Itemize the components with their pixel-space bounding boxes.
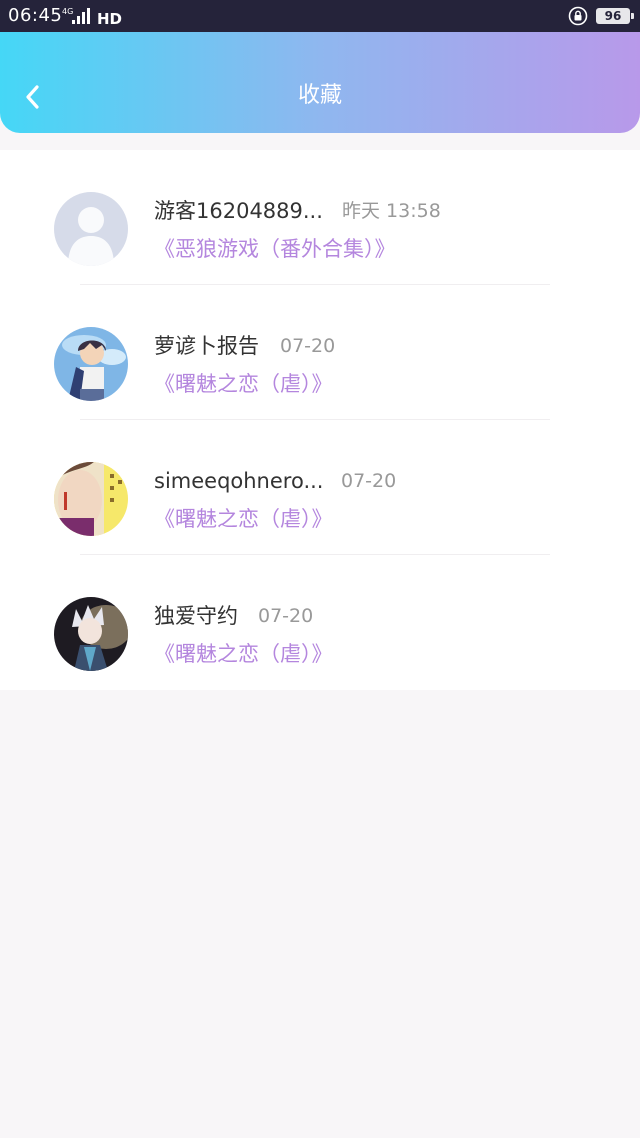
battery-level: 96 (604, 9, 622, 23)
list-item[interactable]: 游客16204889... 昨天 13:58 《恶狼游戏（番外合集）》 (0, 150, 640, 285)
favorites-list: 游客16204889... 昨天 13:58 《恶狼游戏（番外合集）》 萝谚卜报… (0, 150, 640, 690)
battery-icon: 96 (596, 8, 634, 24)
anime-avatar-image (54, 597, 128, 671)
anime-avatar-image (54, 327, 128, 401)
timestamp: 07-20 (341, 470, 397, 492)
avatar (54, 192, 128, 266)
list-item[interactable]: 独爱守约 07-20 《曙魅之恋（虐）》 (0, 555, 640, 690)
user-name: 游客16204889... (154, 199, 323, 223)
book-title-link[interactable]: 《曙魅之恋（虐）》 (154, 641, 333, 667)
timestamp: 昨天 13:58 (342, 200, 441, 222)
network-type-label: 4G (62, 7, 73, 16)
avatar (54, 462, 128, 536)
list-item[interactable]: 萝谚卜报告 07-20 《曙魅之恋（虐）》 (0, 285, 640, 420)
status-time: 06:45 (8, 5, 63, 26)
book-title-link[interactable]: 《恶狼游戏（番外合集）》 (154, 236, 396, 262)
book-title-link[interactable]: 《曙魅之恋（虐）》 (154, 371, 333, 397)
hd-label: HD (97, 10, 122, 26)
list-item[interactable]: simeeqohnero... 07-20 《曙魅之恋（虐）》 (0, 420, 640, 555)
user-name: 独爱守约 (154, 604, 238, 628)
book-title-link[interactable]: 《曙魅之恋（虐）》 (154, 506, 333, 532)
user-name: simeeqohnero... (154, 469, 324, 493)
header: 收藏 (0, 32, 640, 133)
rotation-lock-icon (568, 6, 588, 26)
portrait-avatar-image (54, 462, 128, 536)
avatar (54, 597, 128, 671)
timestamp: 07-20 (280, 335, 336, 357)
default-user-icon (54, 192, 128, 266)
timestamp: 07-20 (258, 605, 314, 627)
status-bar: 06:45 4G HD 96 (0, 0, 640, 32)
signal-icon: 4G HD (62, 7, 122, 26)
user-name: 萝谚卜报告 (154, 334, 259, 358)
avatar (54, 327, 128, 401)
page-title: 收藏 (297, 83, 342, 108)
